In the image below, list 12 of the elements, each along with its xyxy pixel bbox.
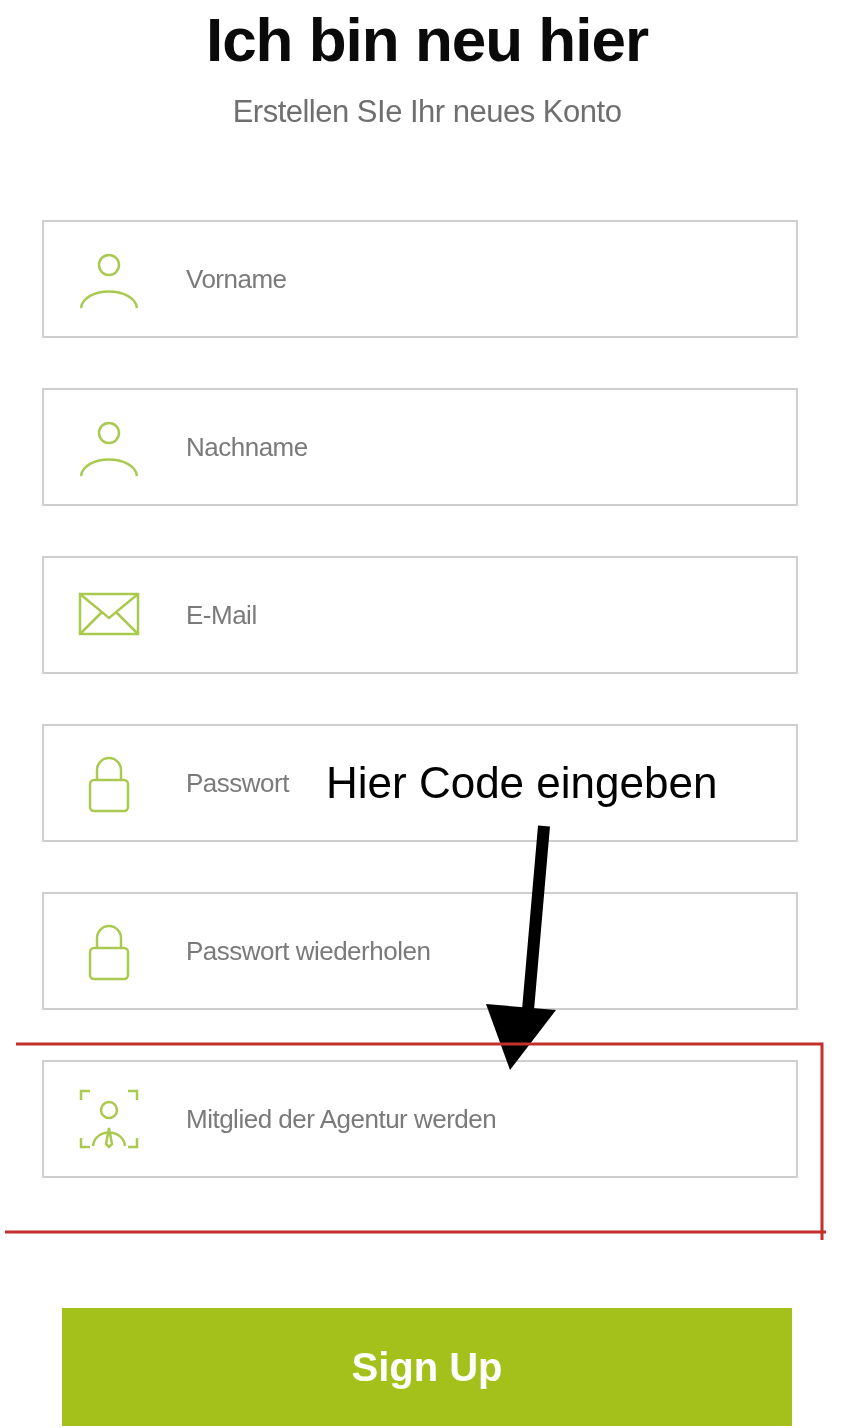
annotation-text: Hier Code eingeben: [326, 758, 718, 808]
input-field[interactable]: Mitglied der Agentur werden: [186, 1103, 615, 1135]
input-field[interactable]: Passwort wiederholen: [186, 935, 506, 967]
sign-up-button[interactable]: Sign Up: [62, 1308, 792, 1426]
agent-icon: [78, 1088, 140, 1150]
input-field[interactable]: Passwort: [186, 767, 319, 799]
input-field[interactable]: Vorname: [186, 263, 303, 295]
input-field[interactable]: Nachname: [186, 431, 319, 463]
input-field[interactable]: E-Mail: [186, 599, 288, 631]
envelope-icon: [78, 592, 140, 638]
page-title: Ich bin neu hier: [205, 4, 649, 76]
page-subtitle: Erstellen SIe Ihr neues Konto: [232, 93, 622, 131]
